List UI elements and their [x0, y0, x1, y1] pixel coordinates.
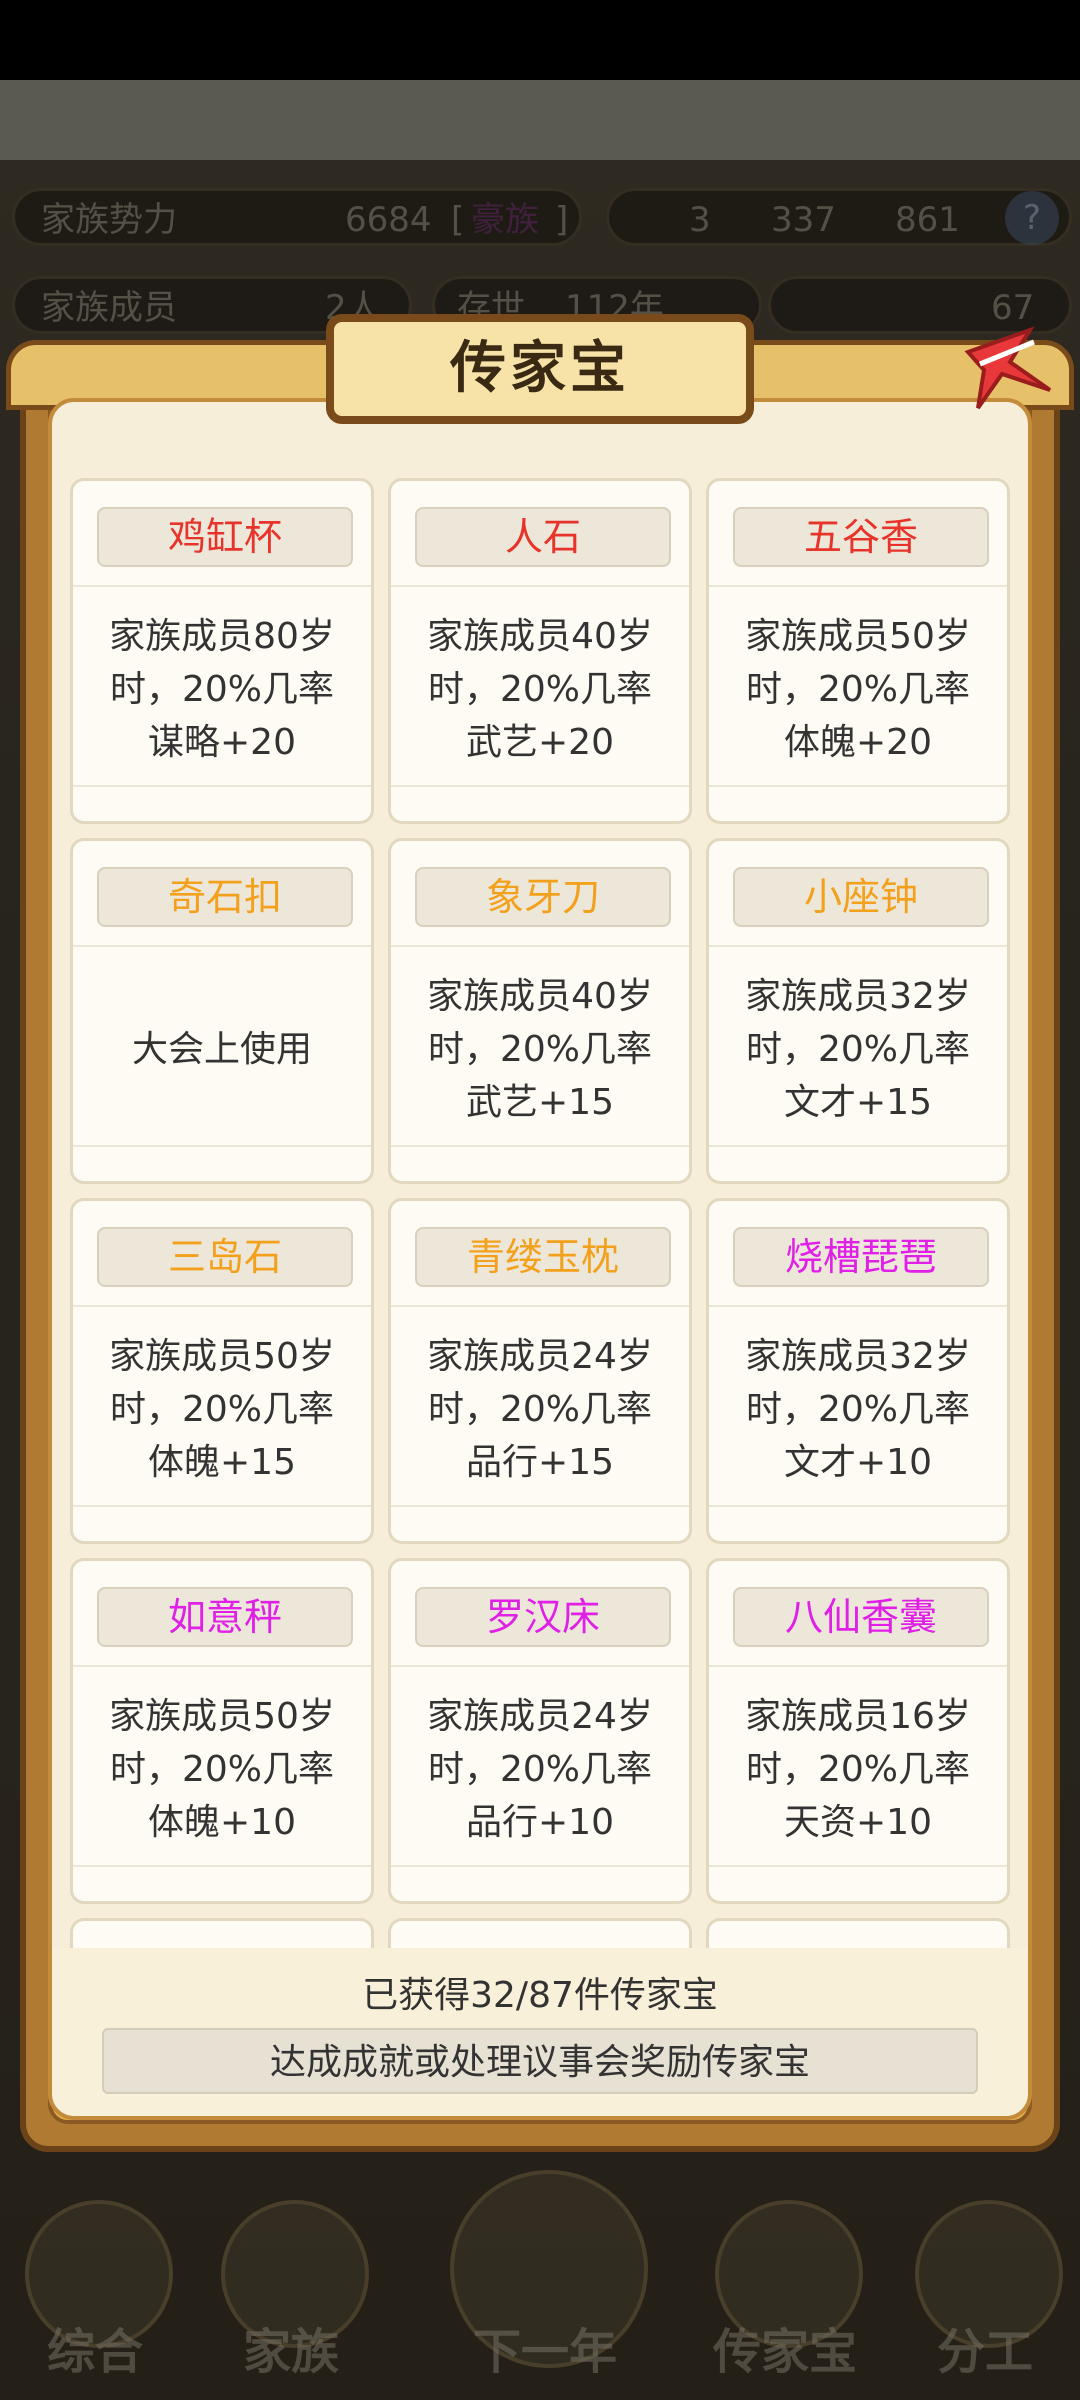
heirloom-card[interactable]: 人石家族成员40岁 时，20%几率 武艺+20	[388, 478, 692, 824]
heirloom-name: 五谷香	[733, 507, 989, 567]
heirloom-card-partial[interactable]	[388, 1918, 692, 1948]
heirloom-effect: 家族成员24岁 时，20%几率 品行+10	[427, 1695, 653, 1843]
heirloom-card[interactable]: 五谷香家族成员50岁 时，20%几率 体魄+20	[706, 478, 1010, 824]
heirloom-effect: 家族成员32岁 时，20%几率 文才+15	[745, 975, 971, 1123]
heirloom-card[interactable]: 青缕玉枕家族成员24岁 时，20%几率 品行+15	[388, 1198, 692, 1544]
heirloom-name: 如意秤	[97, 1587, 353, 1647]
heirloom-effect: 家族成员24岁 时，20%几率 品行+15	[427, 1335, 653, 1483]
close-icon	[964, 326, 1052, 410]
modal-footer: 已获得32/87件传家宝 达成成就或处理议事会奖励传家宝	[52, 1948, 1028, 2116]
heirloom-effect: 家族成员50岁 时，20%几率 体魄+20	[745, 615, 971, 763]
top-bar	[0, 80, 1080, 160]
heirloom-card-partial[interactable]	[706, 1918, 1010, 1948]
close-button[interactable]	[950, 312, 1060, 422]
heirloom-name: 奇石扣	[97, 867, 353, 927]
heirloom-card[interactable]: 鸡缸杯家族成员80岁 时，20%几率 谋略+20	[70, 478, 374, 824]
heirloom-effect: 家族成员40岁 时，20%几率 武艺+15	[427, 975, 653, 1123]
heirloom-name: 八仙香囊	[733, 1587, 989, 1647]
heirloom-name: 小座钟	[733, 867, 989, 927]
heirloom-effect: 家族成员50岁 时，20%几率 体魄+15	[109, 1335, 335, 1483]
heirloom-card[interactable]: 八仙香囊家族成员16岁 时，20%几率 天资+10	[706, 1558, 1010, 1904]
heirloom-card[interactable]: 奇石扣大会上使用	[70, 838, 374, 1184]
heirloom-card[interactable]: 小座钟家族成员32岁 时，20%几率 文才+15	[706, 838, 1010, 1184]
heirloom-name: 人石	[415, 507, 671, 567]
heirloom-name: 罗汉床	[415, 1587, 671, 1647]
heirloom-card[interactable]: 如意秤家族成员50岁 时，20%几率 体魄+10	[70, 1558, 374, 1904]
status-bar	[0, 0, 1080, 80]
heirloom-effect: 家族成员40岁 时，20%几率 武艺+20	[427, 615, 653, 763]
heirloom-name: 烧槽琵琶	[733, 1227, 989, 1287]
heirloom-card[interactable]: 三岛石家族成员50岁 时，20%几率 体魄+15	[70, 1198, 374, 1544]
heirloom-name: 青缕玉枕	[415, 1227, 671, 1287]
heirloom-count: 已获得32/87件传家宝	[362, 1975, 718, 2016]
heirloom-card-partial[interactable]	[70, 1918, 374, 1948]
heirloom-card[interactable]: 象牙刀家族成员40岁 时，20%几率 武艺+15	[388, 838, 692, 1184]
heirloom-effect: 家族成员32岁 时，20%几率 文才+10	[745, 1335, 971, 1483]
heirloom-hint: 达成成就或处理议事会奖励传家宝	[102, 2028, 978, 2094]
heirloom-name: 象牙刀	[415, 867, 671, 927]
heirloom-effect: 大会上使用	[131, 1028, 312, 1070]
heirloom-effect: 家族成员16岁 时，20%几率 天资+10	[745, 1695, 971, 1843]
heirloom-name: 鸡缸杯	[97, 507, 353, 567]
heirloom-card[interactable]: 烧槽琵琶家族成员32岁 时，20%几率 文才+10	[706, 1198, 1010, 1544]
heirloom-effect: 家族成员80岁 时，20%几率 谋略+20	[109, 615, 335, 763]
heirloom-card[interactable]: 罗汉床家族成员24岁 时，20%几率 品行+10	[388, 1558, 692, 1904]
modal-title: 传家宝	[326, 314, 754, 424]
heirloom-effect: 家族成员50岁 时，20%几率 体魄+10	[109, 1695, 335, 1843]
heirloom-name: 三岛石	[97, 1227, 353, 1287]
